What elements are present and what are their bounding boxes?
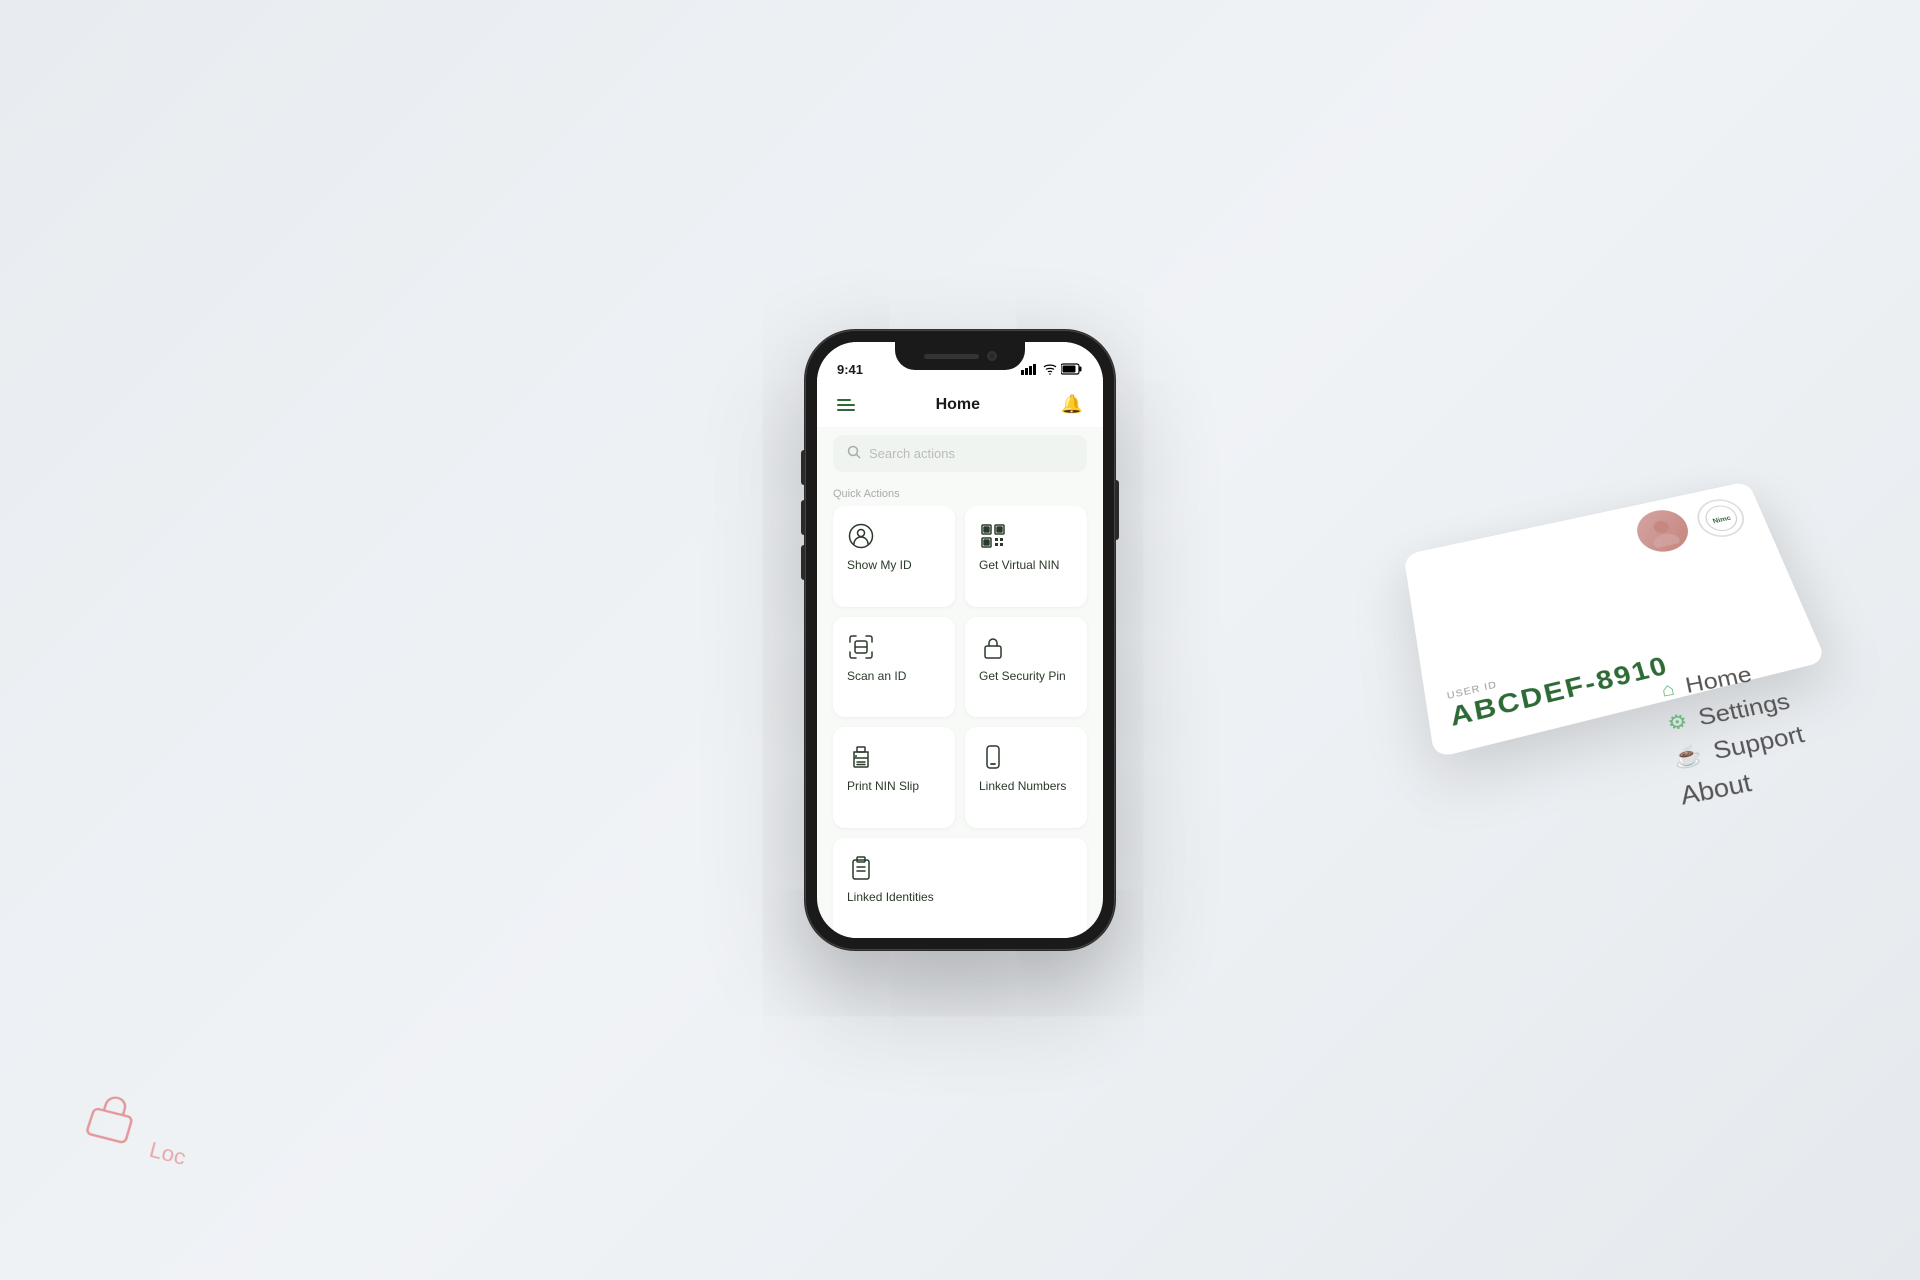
action-label-scan-an-id: Scan an ID — [847, 669, 906, 685]
front-camera — [987, 351, 997, 361]
action-label-show-my-id: Show My ID — [847, 558, 912, 574]
action-get-security-pin[interactable]: Get Security Pin — [965, 617, 1087, 718]
lock-icon — [979, 633, 1007, 661]
app-header: Home 🔔 — [817, 386, 1103, 427]
action-scan-an-id[interactable]: Scan an ID — [833, 617, 955, 718]
phone-frame: 9:41 — [805, 330, 1115, 950]
search-icon — [847, 445, 861, 462]
phone-icon — [979, 743, 1007, 771]
action-print-nin-slip[interactable]: Print NIN Slip — [833, 727, 955, 828]
action-label-get-security-pin: Get Security Pin — [979, 669, 1066, 685]
scan-box-icon — [847, 633, 875, 661]
hamburger-line-1 — [837, 399, 851, 401]
speaker — [924, 354, 979, 359]
clipboard-icon — [847, 854, 875, 882]
action-label-linked-numbers: Linked Numbers — [979, 779, 1066, 795]
qr-grid-icon — [979, 522, 1007, 550]
hamburger-menu-button[interactable] — [837, 399, 855, 411]
actions-grid: Show My ID — [817, 506, 1103, 938]
action-label-print-nin-slip: Print NIN Slip — [847, 779, 919, 795]
search-placeholder: Search actions — [869, 446, 955, 461]
hamburger-line-3 — [837, 409, 855, 411]
notification-bell-icon[interactable]: 🔔 — [1061, 394, 1083, 415]
action-linked-identities[interactable]: Linked Identities — [833, 838, 1087, 939]
status-icons — [1021, 363, 1083, 375]
status-time: 9:41 — [837, 362, 863, 377]
phone-wrapper: 9:41 — [805, 330, 1115, 950]
nimc-logo: Nimc — [1692, 495, 1751, 541]
page-title: Home — [936, 396, 980, 414]
action-label-get-virtual-nin: Get Virtual NIN — [979, 558, 1059, 574]
avatar — [1628, 503, 1698, 559]
quick-actions-label: Quick Actions — [817, 480, 1103, 506]
action-linked-numbers[interactable]: Linked Numbers — [965, 727, 1087, 828]
hamburger-line-2 — [837, 404, 855, 406]
printer-icon — [847, 743, 875, 771]
phone-screen: 9:41 — [817, 342, 1103, 938]
action-label-linked-identities: Linked Identities — [847, 890, 934, 906]
action-get-virtual-nin[interactable]: Get Virtual NIN — [965, 506, 1087, 607]
search-bar[interactable]: Search actions — [833, 435, 1087, 472]
phone-notch — [895, 342, 1025, 370]
person-circle-icon — [847, 522, 875, 550]
action-show-my-id[interactable]: Show My ID — [833, 506, 955, 607]
